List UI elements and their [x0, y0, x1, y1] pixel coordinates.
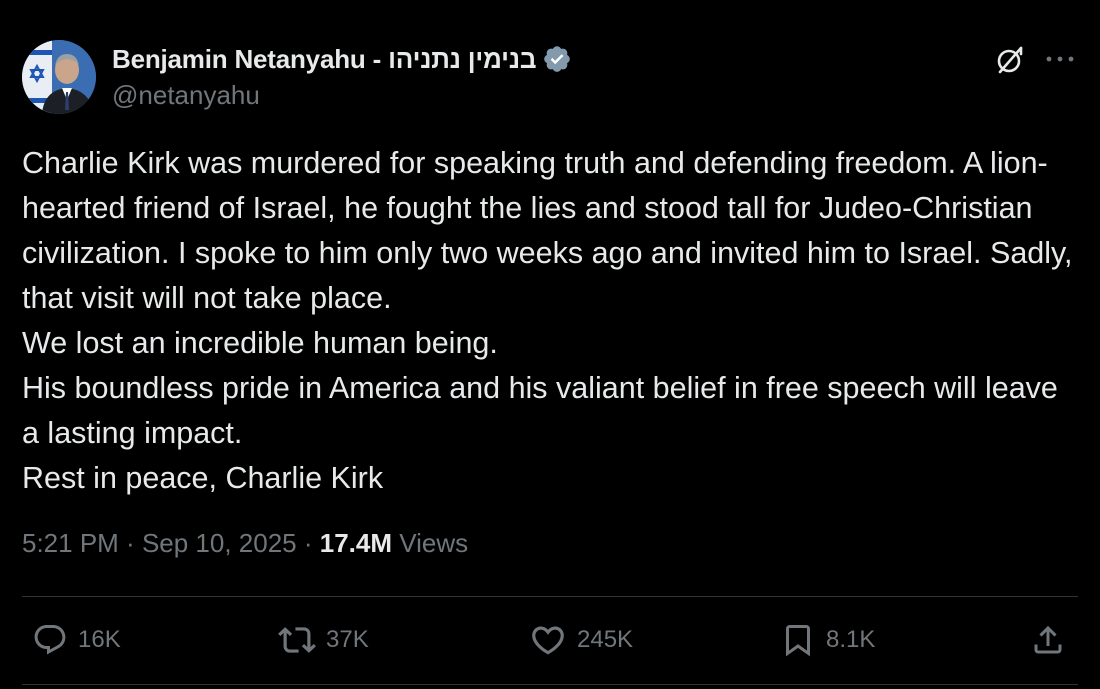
reply-icon [32, 622, 68, 658]
more-options-icon[interactable] [1040, 44, 1080, 74]
author-handle[interactable]: @netanyahu [112, 80, 260, 111]
grok-icon[interactable] [992, 42, 1028, 78]
like-count: 245K [577, 626, 634, 653]
bookmark-button[interactable]: 8.1K [780, 620, 875, 660]
bookmark-count: 8.1K [826, 626, 876, 653]
avatar[interactable] [22, 40, 96, 114]
meta-separator: · [118, 528, 142, 558]
repost-icon [278, 621, 316, 659]
reply-count: 16K [78, 626, 121, 653]
tweet-paragraph: His boundless pride in America and his v… [22, 371, 1058, 450]
tweet: Benjamin Netanyahu - בנימין נתניהו @neta… [0, 0, 1100, 689]
tweet-meta: 5:21 PM · Sep 10, 2025 · 17.4M Views [22, 528, 468, 559]
tweet-text: Charlie Kirk was murdered for speaking t… [22, 141, 1082, 501]
divider [22, 596, 1078, 597]
share-icon [1030, 622, 1066, 658]
views-count: 17.4M [319, 528, 393, 558]
tweet-paragraph: We lost an incredible human being. [22, 326, 498, 360]
tweet-paragraph: Rest in peace, Charlie Kirk [22, 461, 384, 495]
repost-count: 37K [326, 626, 369, 653]
share-button[interactable] [1030, 620, 1066, 660]
tweet-time[interactable]: 5:21 PM [22, 528, 119, 558]
author-name-row[interactable]: Benjamin Netanyahu - בנימין נתניהו [112, 42, 572, 76]
tweet-paragraph: Charlie Kirk was murdered for speaking t… [22, 146, 1073, 315]
verified-badge-icon[interactable] [542, 44, 572, 74]
bookmark-icon [780, 622, 816, 658]
views-label: Views [392, 528, 469, 558]
tweet-date[interactable]: Sep 10, 2025 [142, 528, 297, 558]
avatar-image [22, 40, 96, 114]
author-display-name[interactable]: Benjamin Netanyahu - בנימין נתניהו [112, 44, 536, 75]
meta-separator: · [296, 528, 320, 558]
heart-icon [529, 621, 567, 659]
like-button[interactable]: 245K [529, 620, 633, 660]
repost-button[interactable]: 37K [278, 620, 369, 660]
reply-button[interactable]: 16K [32, 620, 121, 660]
divider [22, 684, 1078, 685]
